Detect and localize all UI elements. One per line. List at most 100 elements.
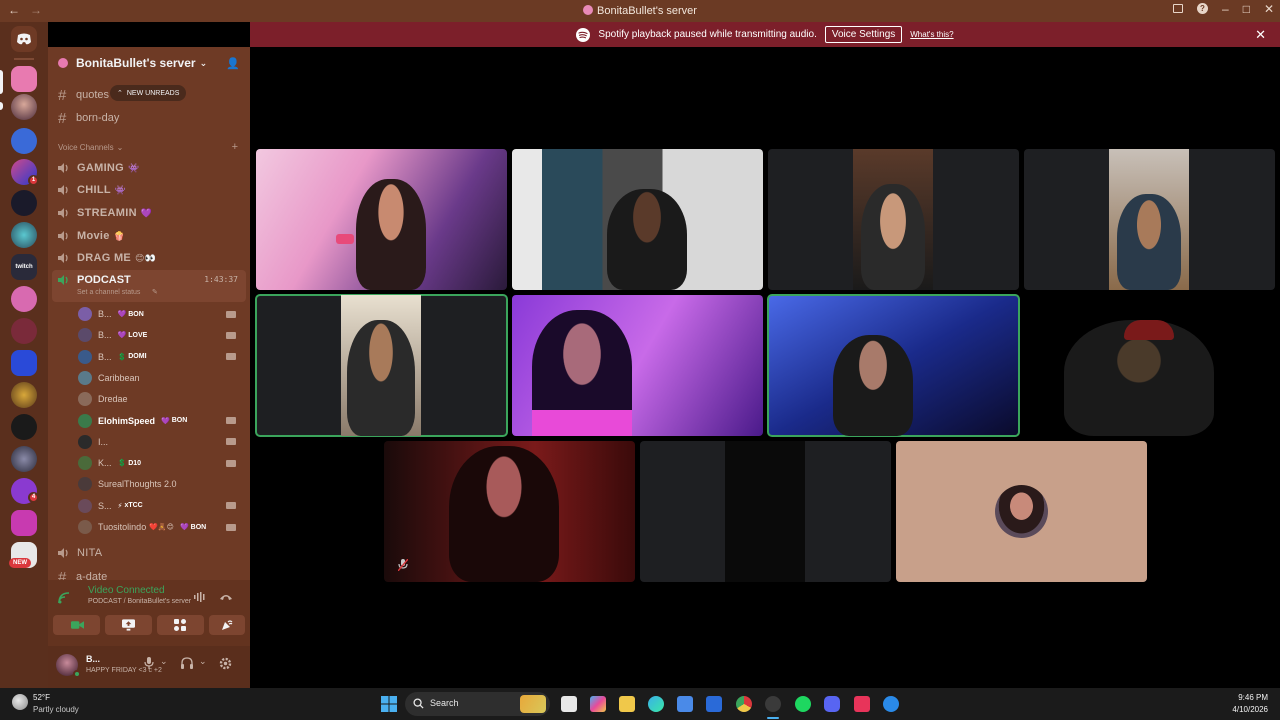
guild-avatar-5[interactable] [11, 190, 37, 216]
task-view-icon[interactable] [561, 696, 577, 712]
weather-temp[interactable]: 52°F [33, 693, 50, 702]
voice-channel-gaming[interactable]: GAMING 👾 [58, 158, 140, 178]
guild-avatar-2[interactable] [11, 94, 37, 120]
voice-member[interactable]: Dredae [78, 389, 240, 409]
active-voice-channel[interactable]: PODCAST 1:43:37 Set a channel status ✎ [52, 270, 246, 302]
voice-member[interactable]: ElohimSpeed 💜 BON [78, 411, 240, 431]
online-status-dot [73, 670, 81, 678]
voice-member[interactable]: Caribbean [78, 368, 240, 388]
close-banner-icon[interactable]: ✕ [1255, 27, 1266, 43]
avatar [78, 307, 92, 321]
spotify-taskbar-icon[interactable] [795, 696, 811, 712]
windows-start-icon[interactable] [381, 696, 397, 712]
microphone-icon[interactable] [144, 657, 154, 669]
mic-options-chevron-icon[interactable]: ⌄ [160, 656, 168, 667]
guild-avatar-8[interactable] [11, 286, 37, 312]
voice-status[interactable]: Video Connected [88, 585, 165, 596]
discord-home-icon[interactable] [11, 26, 37, 52]
video-tile-11[interactable] [896, 441, 1147, 582]
audio-options-chevron-icon[interactable]: ⌄ [199, 656, 207, 667]
headphones-icon[interactable] [181, 657, 193, 669]
voice-member[interactable]: B... 💜 LOVE [78, 325, 240, 345]
soundboard-button[interactable] [209, 615, 245, 635]
voice-member[interactable]: B... 💲 DOMI [78, 347, 240, 367]
search-highlight-icon [520, 695, 546, 713]
video-tile-7[interactable] [767, 294, 1020, 437]
screen-share-button[interactable] [105, 615, 152, 635]
help-icon[interactable]: ? [1197, 3, 1208, 14]
edge-icon[interactable] [648, 696, 664, 712]
store-icon[interactable] [677, 696, 693, 712]
voice-location[interactable]: PODCAST / BonitaBullet's server [88, 598, 191, 605]
video-tile-8[interactable] [1024, 295, 1275, 436]
guild-avatar-9[interactable] [11, 318, 37, 344]
voice-channel-movie[interactable]: Movie 🍿 [58, 226, 125, 246]
invite-icon[interactable]: 👤 [226, 57, 240, 70]
voice-category[interactable]: Voice Channels ⌄ [58, 143, 123, 152]
guild-bonitabullet[interactable] [11, 66, 37, 92]
guild-avatar-6[interactable] [11, 222, 37, 248]
voice-member[interactable]: S... ⚡ xTCC [78, 496, 240, 516]
video-on-icon [226, 438, 236, 446]
clock-date[interactable]: 4/10/2026 [1232, 705, 1268, 714]
whats-this-link[interactable]: What's this? [910, 30, 953, 39]
channel-quotes[interactable]: # quotes [58, 85, 109, 105]
disconnect-icon[interactable] [219, 593, 233, 601]
weather-desc[interactable]: Partly cloudy [33, 705, 79, 714]
voice-channel-drag-me[interactable]: DRAG ME 😊👀 [58, 248, 156, 268]
video-tile-4[interactable] [1024, 149, 1275, 290]
voice-member[interactable]: K... 💲 D10 [78, 453, 240, 473]
voice-channel-nita[interactable]: NITA [58, 543, 102, 563]
obs-icon[interactable] [765, 696, 781, 712]
voice-settings-button[interactable]: Voice Settings [824, 26, 903, 43]
search-box[interactable]: Search [405, 692, 550, 716]
clock-time[interactable]: 9:46 PM [1238, 693, 1268, 702]
video-tile-2[interactable] [512, 149, 763, 290]
guild-avatar-3[interactable] [11, 128, 37, 154]
video-on-icon [226, 459, 236, 467]
guild-avatar-11[interactable] [11, 382, 37, 408]
voice-channel-chill[interactable]: CHILL 👾 [58, 180, 126, 200]
server-header[interactable]: BonitaBullet's server ⌄ 👤 [48, 47, 250, 79]
minimize-icon[interactable]: – [1222, 2, 1229, 16]
guild-twitch[interactable]: twitch [11, 254, 37, 280]
discord-taskbar-icon[interactable] [824, 696, 840, 712]
voice-channel-streamin[interactable]: STREAMIN 💜 [58, 203, 152, 223]
voice-member[interactable]: SurealThoughts 2.0 [78, 474, 240, 494]
file-explorer-icon[interactable] [619, 696, 635, 712]
video-tile-1[interactable] [256, 149, 507, 290]
guild-avatar-13[interactable] [11, 446, 37, 472]
tiktok-icon[interactable] [854, 696, 870, 712]
guild-avatar-15[interactable] [11, 510, 37, 536]
voice-member[interactable]: I... [78, 432, 240, 452]
channel-status[interactable]: Set a channel status [77, 289, 140, 296]
outlook-icon[interactable] [706, 696, 722, 712]
weather-icon[interactable] [12, 694, 28, 710]
camera-button[interactable] [53, 615, 100, 635]
gear-icon[interactable] [219, 657, 232, 670]
guild-avatar-10[interactable] [11, 350, 37, 376]
tag-label: DOMI [128, 353, 147, 361]
participant-avatar [995, 485, 1048, 538]
server-pink-icon [583, 5, 594, 15]
username[interactable]: B... [86, 654, 100, 664]
chrome-icon[interactable] [736, 696, 752, 712]
video-tile-5[interactable] [255, 294, 508, 437]
app-icon[interactable] [883, 696, 899, 712]
add-channel-icon[interactable]: + [232, 141, 238, 153]
guild-avatar-12[interactable] [11, 414, 37, 440]
channel-born-day[interactable]: # born-day [58, 108, 119, 128]
new-unreads-pill[interactable]: ⌃ NEW UNREADS [110, 85, 187, 101]
video-tile-10[interactable] [640, 441, 891, 582]
video-tile-3[interactable] [768, 149, 1019, 290]
maximize-icon[interactable]: □ [1243, 2, 1250, 16]
copilot-icon[interactable] [590, 696, 606, 712]
video-tile-9[interactable] [384, 441, 635, 582]
video-tile-6[interactable] [512, 295, 763, 436]
inbox-icon[interactable] [1173, 4, 1183, 13]
close-window-icon[interactable]: ✕ [1264, 2, 1274, 16]
noise-suppression-icon[interactable] [194, 592, 206, 602]
activities-button[interactable] [157, 615, 204, 635]
voice-member[interactable]: Tuositolindo ❤️🧸😊 💜 BON [78, 517, 240, 537]
voice-member[interactable]: B... 💜 BON [78, 304, 240, 324]
